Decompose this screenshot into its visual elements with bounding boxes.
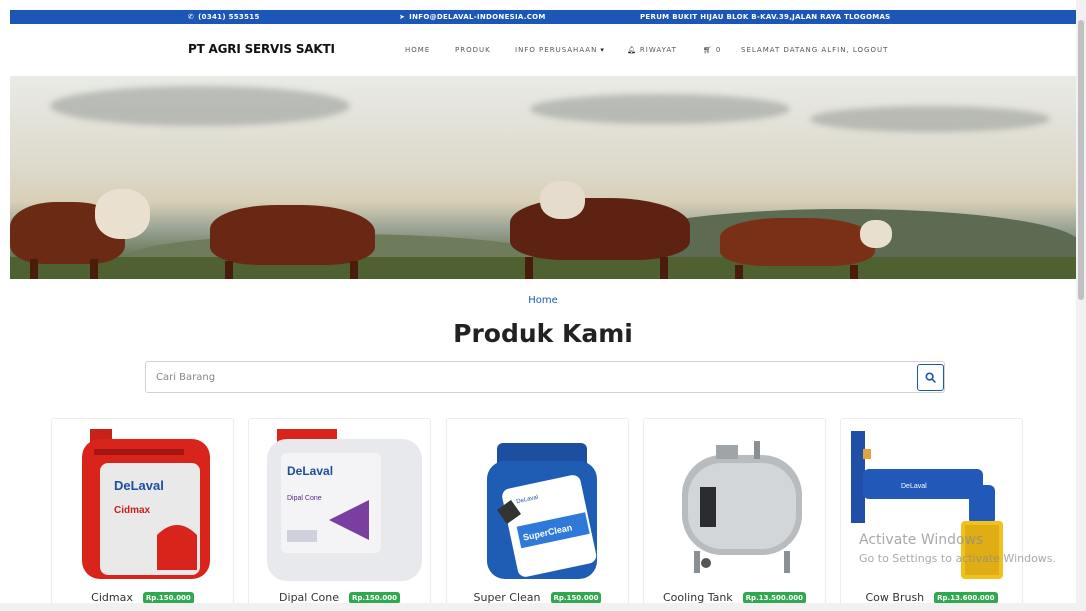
email-contact[interactable]: ➤ INFO@DELAVAL-INDONESIA.COM [399, 13, 546, 21]
top-info-bar: ✆ (0341) 553515 ➤ INFO@DELAVAL-INDONESIA… [10, 10, 1076, 24]
cart-count: 0 [715, 46, 722, 54]
breadcrumb-home[interactable]: Home [528, 295, 558, 306]
cart-icon: 🛒︎ [703, 46, 713, 54]
product-card[interactable]: Cooling Tank Rp.13.500.000 [643, 418, 826, 611]
nav-produk-label: PRODUK [455, 46, 491, 54]
watermark-subtitle: Go to Settings to activate Windows. [859, 552, 1057, 565]
nav-user-logout[interactable]: SELAMAT DATANG ALFIN, LOGOUT [741, 46, 888, 54]
product-image-dipal-cone: DeLaval Dipal Cone [267, 429, 422, 581]
hero-banner [10, 76, 1076, 279]
send-icon: ➤ [399, 13, 406, 21]
cow-image-4 [720, 218, 895, 279]
nav-info-perusahaan[interactable]: INFO PERUSAHAAN ▾ [515, 46, 605, 54]
product-image-super-clean: DeLaval SuperClean [487, 443, 597, 579]
address-text: PERUM BUKIT HIJAU BLOK B-KAV.39,JALAN RA… [640, 13, 891, 21]
cow-image-1 [10, 184, 155, 279]
search-button[interactable] [917, 364, 944, 391]
brand-logo[interactable]: PT AGRI SERVIS SAKTI [188, 42, 335, 56]
address-contact: PERUM BUKIT HIJAU BLOK B-KAV.39,JALAN RA… [640, 13, 891, 21]
product-label-text: Cidmax [114, 505, 151, 516]
search-icon [925, 372, 936, 383]
product-brand-text: DeLaval [114, 478, 164, 493]
search-input[interactable] [145, 361, 945, 393]
phone-text: (0341) 553515 [198, 13, 260, 21]
nav-riwayat-label: RIWAYAT [639, 46, 677, 54]
price-badge: Rp.150.000 [142, 591, 194, 604]
cow-image-2 [210, 200, 385, 279]
scrollbar-thumb[interactable] [1078, 20, 1084, 300]
caret-down-icon: ▾ [600, 46, 605, 54]
horizontal-scrollbar[interactable] [0, 603, 1086, 611]
product-image-cidmax: DeLaval Cidmax [82, 429, 210, 579]
product-brand-text: DeLaval [287, 464, 333, 478]
page-title: Produk Kami [453, 319, 633, 348]
nav-info-label: INFO PERUSAHAAN [515, 46, 598, 54]
page: ✆ (0341) 553515 ➤ INFO@DELAVAL-INDONESIA… [0, 0, 1086, 611]
price-badge: Rp.13.600.000 [934, 591, 998, 604]
product-card[interactable]: DeLaval Cow Brush Rp.13.600.000 [840, 418, 1023, 611]
product-card[interactable]: DeLaval Cidmax Cidmax Rp.150.000 [51, 418, 234, 611]
product-card[interactable]: DeLaval Dipal Cone Dipal Cone Rp.150.000 [248, 418, 431, 611]
phone-contact[interactable]: ✆ (0341) 553515 [188, 13, 260, 21]
product-brand-text: DeLaval [901, 483, 927, 490]
nav-riwayat[interactable]: 🔔︎ RIWAYAT [627, 46, 677, 54]
navbar: PT AGRI SERVIS SAKTI HOME PRODUK INFO PE… [10, 24, 1076, 76]
activation-watermark: Activate Windows Go to Settings to activ… [859, 532, 1056, 565]
nav-home-label: HOME [405, 46, 431, 54]
price-badge: Rp.13.500.000 [742, 591, 807, 604]
price-badge: Rp.150.000 [349, 591, 400, 604]
price-badge: Rp.150.000 [550, 591, 602, 604]
vertical-scrollbar[interactable] [1076, 0, 1086, 611]
cow-image-3 [500, 176, 705, 279]
nav-home[interactable]: HOME [405, 46, 430, 54]
email-text: INFO@DELAVAL-INDONESIA.COM [409, 13, 546, 21]
nav-cart[interactable]: 🛒︎ 0 [703, 46, 721, 54]
nav-user-label: SELAMAT DATANG ALFIN, LOGOUT [741, 46, 889, 54]
nav-produk[interactable]: PRODUK [455, 46, 491, 54]
bell-icon: 🔔︎ [627, 46, 637, 54]
product-card[interactable]: DeLaval SuperClean Super Clean Rp.150.00… [446, 418, 629, 611]
product-image-cooling-tank [682, 441, 802, 573]
breadcrumb[interactable]: Home [0, 295, 1086, 306]
watermark-title: Activate Windows [859, 532, 984, 548]
phone-icon: ✆ [188, 13, 195, 21]
product-label-text: Dipal Cone [287, 495, 322, 502]
